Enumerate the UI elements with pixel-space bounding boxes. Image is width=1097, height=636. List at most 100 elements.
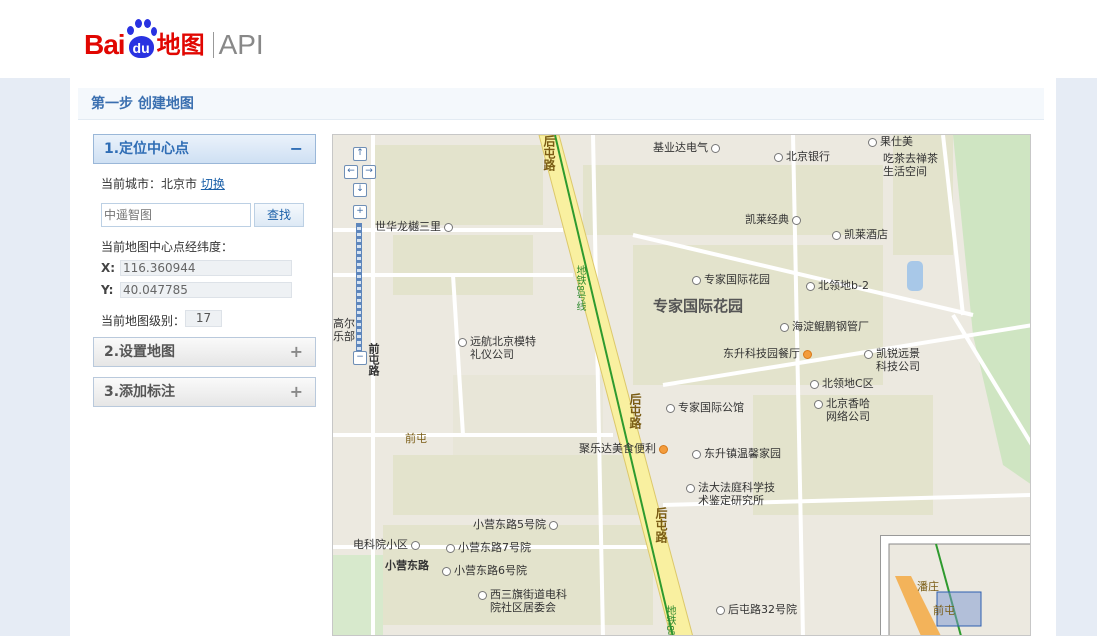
poi-name: 吃茶去禅茶生活空间 bbox=[883, 152, 938, 178]
zoom-level-label: 当前地图级别： bbox=[101, 314, 186, 328]
poi[interactable]: 北京香哈网络公司 bbox=[811, 397, 876, 423]
poi[interactable]: 凯锐远景科技公司 bbox=[861, 347, 926, 373]
poi-icon bbox=[780, 322, 789, 332]
zoom-level-field[interactable]: 17 bbox=[185, 310, 222, 327]
logo-du-text: du bbox=[128, 36, 154, 58]
y-label: Y: bbox=[101, 283, 114, 297]
poi-icon bbox=[444, 222, 453, 232]
hotel-icon bbox=[832, 230, 841, 240]
road-label: 小营东路 bbox=[385, 559, 429, 572]
zoom-in-button[interactable]: + bbox=[353, 205, 367, 219]
poi-name: 小营东路5号院 bbox=[473, 518, 546, 531]
poi[interactable]: 果仕美 bbox=[865, 135, 913, 148]
expand-icon[interactable]: + bbox=[290, 378, 303, 406]
poi[interactable]: 东升镇温馨家园 bbox=[689, 447, 781, 460]
section-add-marker[interactable]: 3.添加标注 + bbox=[93, 377, 316, 407]
overview-place-label: 潘庄 bbox=[917, 580, 939, 593]
poi[interactable]: 后屯路32号院 bbox=[713, 603, 797, 616]
map-canvas[interactable]: ↑ ← → ↓ + − 专家国际花园 后屯路 后屯路 后屯路 小营东路 前屯路 … bbox=[332, 134, 1031, 636]
step-title: 第一步 创建地图 bbox=[78, 88, 1044, 120]
overview-place-label: 前屯 bbox=[933, 604, 955, 617]
logo-map-text: 地图 bbox=[156, 31, 205, 59]
road-label: 后屯路 bbox=[654, 507, 668, 543]
section-label: 2.设置地图 bbox=[104, 344, 176, 360]
logo-api-text: API bbox=[218, 29, 264, 60]
search-input[interactable] bbox=[101, 203, 251, 227]
poi-icon bbox=[814, 399, 823, 409]
bank-icon bbox=[774, 152, 783, 162]
subway-label: 地铁8号线 bbox=[664, 605, 675, 636]
poi-icon bbox=[458, 337, 467, 347]
poi-name: 凯锐远景科技公司 bbox=[876, 347, 920, 373]
current-city: 当前城市：北京市 切换 bbox=[101, 175, 225, 192]
poi[interactable]: 聚乐达美食便利 bbox=[579, 442, 671, 455]
search-button[interactable]: 查找 bbox=[254, 203, 304, 227]
poi-icon bbox=[692, 275, 701, 285]
poi[interactable]: 远航北京模特礼仪公司 bbox=[455, 335, 540, 361]
baidu-map-logo[interactable]: Bai du 地图 API bbox=[84, 14, 264, 60]
poi-name: 北领地C区 bbox=[822, 377, 874, 390]
pan-up-button[interactable]: ↑ bbox=[353, 147, 367, 161]
poi-name: 后屯路32号院 bbox=[728, 603, 797, 616]
poi[interactable]: 吃茶去禅茶生活空间 bbox=[883, 152, 947, 178]
x-value-field[interactable]: 116.360944 bbox=[120, 260, 292, 276]
logo-bai-text: Bai bbox=[84, 29, 126, 60]
subway-label: 地铁8号线 bbox=[574, 265, 585, 312]
poi-icon bbox=[411, 540, 420, 550]
road-label: 后屯路 bbox=[628, 393, 642, 429]
poi-icon bbox=[549, 520, 558, 530]
switch-city-link[interactable]: 切换 bbox=[201, 177, 225, 191]
zoom-out-button[interactable]: − bbox=[353, 351, 367, 365]
poi[interactable]: 世华龙樾三里 bbox=[375, 220, 456, 233]
poi[interactable]: 基业达电气 bbox=[653, 141, 723, 154]
poi[interactable]: 凯莱酒店 bbox=[829, 228, 888, 241]
poi-name: 东升镇温馨家园 bbox=[704, 447, 781, 460]
collapse-icon[interactable]: − bbox=[290, 135, 303, 163]
poi[interactable]: 法大法庭科学技术鉴定研究所 bbox=[683, 481, 780, 507]
poi-name: 北京银行 bbox=[786, 150, 830, 163]
header: Bai du 地图 API bbox=[0, 0, 1097, 78]
poi-name: 小营东路7号院 bbox=[458, 541, 531, 554]
overview-map[interactable]: 潘庄 前屯 bbox=[880, 535, 1030, 635]
poi[interactable]: 电科院小区 bbox=[353, 538, 423, 551]
poi[interactable]: 专家国际花园 bbox=[689, 273, 770, 286]
poi[interactable]: 小营东路6号院 bbox=[439, 564, 527, 577]
shop-icon bbox=[868, 137, 877, 147]
road-label: 前屯路 bbox=[367, 343, 380, 376]
poi-name: 东升科技园餐厅 bbox=[723, 347, 800, 360]
pan-right-button[interactable]: → bbox=[362, 165, 376, 179]
poi-name: 北京香哈网络公司 bbox=[826, 397, 870, 423]
poi[interactable]: 北京银行 bbox=[771, 150, 830, 163]
poi[interactable]: 北领地b-2 bbox=[803, 279, 869, 292]
poi-icon bbox=[711, 143, 720, 153]
poi[interactable]: 凯莱经典 bbox=[745, 213, 804, 226]
poi-icon bbox=[864, 349, 873, 359]
paw-icon: du bbox=[126, 18, 157, 60]
section-locate-center[interactable]: 1.定位中心点 − bbox=[93, 134, 316, 164]
poi[interactable]: 西三旗街道电科院社区居委会 bbox=[475, 588, 570, 614]
restaurant-icon bbox=[659, 444, 668, 454]
poi[interactable]: 海淀鲲鹏钢管厂 bbox=[777, 320, 869, 333]
expand-icon[interactable]: + bbox=[290, 338, 303, 366]
poi[interactable]: 北领地C区 bbox=[807, 377, 874, 390]
pan-down-button[interactable]: ↓ bbox=[353, 183, 367, 197]
poi-name: 小营东路6号院 bbox=[454, 564, 527, 577]
y-value-field[interactable]: 40.047785 bbox=[120, 282, 292, 298]
poi-name: 远航北京模特礼仪公司 bbox=[470, 335, 536, 361]
center-coords-label: 当前地图中心点经纬度： bbox=[101, 240, 234, 254]
poi[interactable]: 专家国际公馆 bbox=[663, 401, 744, 414]
section-map-settings[interactable]: 2.设置地图 + bbox=[93, 337, 316, 367]
section-label: 3.添加标注 bbox=[104, 384, 176, 400]
poi[interactable]: 东升科技园餐厅 bbox=[723, 347, 815, 360]
poi-icon bbox=[442, 566, 451, 576]
poi-name: 世华龙樾三里 bbox=[375, 220, 441, 233]
poi-icon bbox=[446, 543, 455, 553]
poi-icon bbox=[806, 281, 815, 291]
pan-left-button[interactable]: ← bbox=[344, 165, 358, 179]
zoom-slider-track[interactable] bbox=[356, 223, 362, 351]
poi[interactable]: 小营东路7号院 bbox=[443, 541, 531, 554]
poi[interactable]: 小营东路5号院 bbox=[473, 518, 561, 531]
poi-name: 法大法庭科学技术鉴定研究所 bbox=[698, 481, 775, 507]
poi-icon bbox=[810, 379, 819, 389]
poi-icon bbox=[716, 605, 725, 615]
